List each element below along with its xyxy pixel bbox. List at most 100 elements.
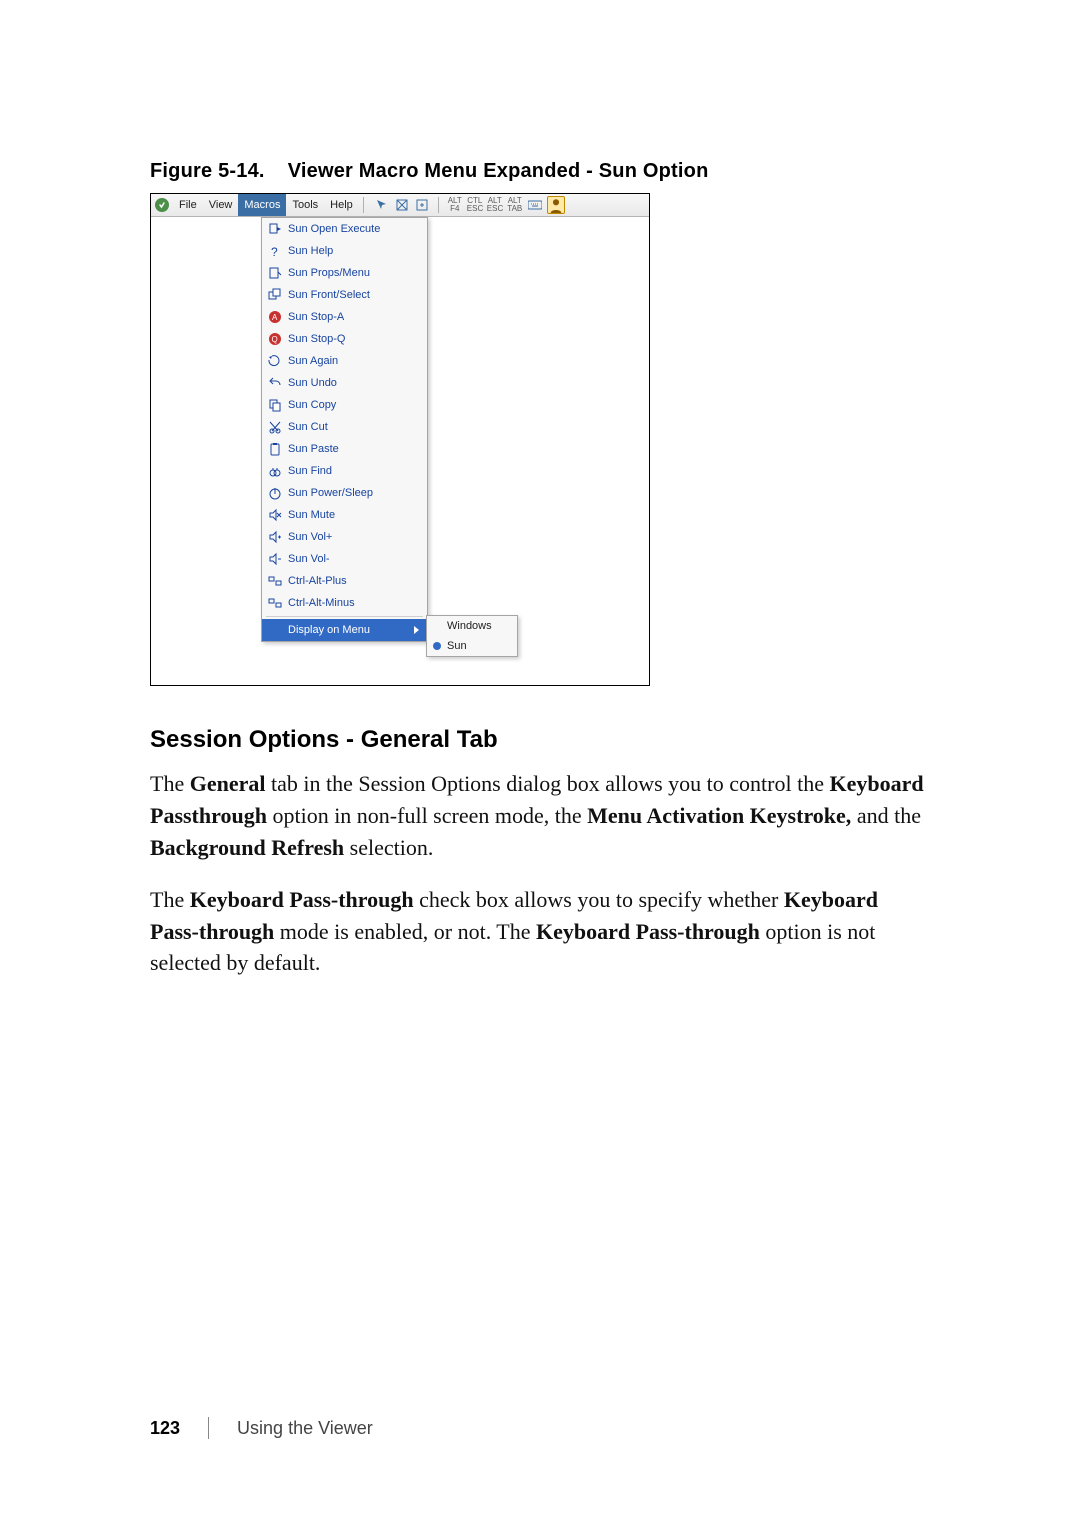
text: The <box>150 887 190 912</box>
window-body: Sun Open Execute ? Sun Help Sun Props/Me… <box>151 217 649 685</box>
macro-item-sun-voldown[interactable]: Sun Vol- <box>262 548 427 570</box>
menu-macros[interactable]: Macros <box>238 194 286 216</box>
copy-icon <box>268 398 282 412</box>
page-number: 123 <box>150 1418 180 1439</box>
macros-dropdown: Sun Open Execute ? Sun Help Sun Props/Me… <box>261 217 428 642</box>
user-icon[interactable] <box>547 196 565 214</box>
bold-keyboard-pass-through: Keyboard Pass-through <box>536 919 760 944</box>
macro-item-sun-volup[interactable]: Sun Vol+ <box>262 526 427 548</box>
text: The <box>150 771 190 796</box>
app-badge-icon <box>155 198 169 212</box>
heading-session-options: Session Options - General Tab <box>150 726 930 754</box>
macro-item-sun-front[interactable]: Sun Front/Select <box>262 284 427 306</box>
macro-item-sun-paste[interactable]: Sun Paste <box>262 438 427 460</box>
refresh-icon[interactable] <box>414 197 430 213</box>
keyboard-icon[interactable] <box>527 197 543 213</box>
menu-file[interactable]: File <box>173 194 203 216</box>
toolbar-macro-altf4[interactable]: ALT F4 <box>447 197 463 213</box>
paragraph-general-tab: The General tab in the Session Options d… <box>150 768 930 864</box>
help-icon: ? <box>268 244 282 258</box>
macro-item-display-on-menu[interactable]: Display on Menu <box>262 619 427 641</box>
figure-title: Viewer Macro Menu Expanded - Sun Option <box>288 160 709 182</box>
page-footer: 123 Using the Viewer <box>150 1417 373 1439</box>
macro-label: Ctrl-Alt-Plus <box>288 575 419 587</box>
paragraph-keyboard-passthrough: The Keyboard Pass-through check box allo… <box>150 884 930 980</box>
ctrl-alt-icon <box>268 574 282 588</box>
macro-item-sun-mute[interactable]: Sun Mute <box>262 504 427 526</box>
macro-item-sun-power[interactable]: Sun Power/Sleep <box>262 482 427 504</box>
macro-item-sun-help[interactable]: ? Sun Help <box>262 240 427 262</box>
macro-label: Sun Find <box>288 465 419 477</box>
macro-item-ctrl-alt-minus[interactable]: Ctrl-Alt-Minus <box>262 592 427 614</box>
svg-text:Q: Q <box>272 335 278 344</box>
macro-item-sun-find[interactable]: Sun Find <box>262 460 427 482</box>
menu-tools[interactable]: Tools <box>286 194 324 216</box>
footer-section: Using the Viewer <box>237 1418 373 1439</box>
macro-item-ctrl-alt-plus[interactable]: Ctrl-Alt-Plus <box>262 570 427 592</box>
figure-caption: Figure 5-14. Viewer Macro Menu Expanded … <box>150 160 930 183</box>
footer-divider <box>208 1417 209 1439</box>
macro-item-sun-open-execute[interactable]: Sun Open Execute <box>262 218 427 240</box>
radio-icon <box>433 622 441 630</box>
paste-icon <box>268 442 282 456</box>
menu-help[interactable]: Help <box>324 194 359 216</box>
text: mode is enabled, or not. The <box>280 919 536 944</box>
text: check box allows you to specify whether <box>419 887 784 912</box>
stop-q-icon: Q <box>268 332 282 346</box>
radio-selected-icon <box>433 642 441 650</box>
macro-label: Sun Mute <box>288 509 419 521</box>
macro-label: Display on Menu <box>288 624 408 636</box>
macro-item-sun-again[interactable]: Sun Again <box>262 350 427 372</box>
macro-label: Sun Cut <box>288 421 419 433</box>
bold-menu-activation-keystroke: Menu Activation Keystroke, <box>587 803 851 828</box>
volup-icon <box>268 530 282 544</box>
text: and the <box>857 803 921 828</box>
calibrate-icon[interactable] <box>394 197 410 213</box>
front-icon <box>268 288 282 302</box>
submenu-item-sun[interactable]: Sun <box>427 636 517 656</box>
toolbar-macro-alttab[interactable]: ALT TAB <box>507 197 523 213</box>
bold-keyboard-pass-through: Keyboard Pass-through <box>190 887 414 912</box>
macro-label: Sun Copy <box>288 399 419 411</box>
text: selection. <box>350 835 434 860</box>
macro-label: Sun Vol- <box>288 553 419 565</box>
stop-a-icon: A <box>268 310 282 324</box>
power-icon <box>268 486 282 500</box>
voldown-icon <box>268 552 282 566</box>
macro-label: Sun Undo <box>288 377 419 389</box>
text: option in non-full screen mode, the <box>272 803 587 828</box>
macro-item-sun-cut[interactable]: Sun Cut <box>262 416 427 438</box>
toolbar-separator <box>363 197 364 213</box>
toolbar: ALT F4 CTL ESC ALT ESC ALT TAB <box>368 196 565 214</box>
macro-label: Sun Stop-A <box>288 311 419 323</box>
submenu-label: Sun <box>447 640 467 652</box>
cursor-icon[interactable] <box>374 197 390 213</box>
cut-icon <box>268 420 282 434</box>
toolbar-macro-ctlesc[interactable]: CTL ESC <box>467 197 483 213</box>
display-on-menu-submenu: Windows Sun <box>426 615 518 657</box>
macro-item-sun-stop-q[interactable]: Q Sun Stop-Q <box>262 328 427 350</box>
svg-text:A: A <box>272 313 278 322</box>
macro-label: Sun Props/Menu <box>288 267 419 279</box>
macro-label: Sun Power/Sleep <box>288 487 419 499</box>
menu-separator <box>266 616 423 617</box>
macro-item-sun-copy[interactable]: Sun Copy <box>262 394 427 416</box>
menubar: File View Macros Tools Help ALT F4 CTL E… <box>151 194 649 217</box>
props-icon <box>268 266 282 280</box>
find-icon <box>268 464 282 478</box>
execute-icon <box>268 222 282 236</box>
macro-item-sun-stop-a[interactable]: A Sun Stop-A <box>262 306 427 328</box>
menu-view[interactable]: View <box>203 194 239 216</box>
toolbar-macro-altesc[interactable]: ALT ESC <box>487 197 503 213</box>
macro-label: Sun Help <box>288 245 419 257</box>
macro-item-sun-props[interactable]: Sun Props/Menu <box>262 262 427 284</box>
submenu-item-windows[interactable]: Windows <box>427 616 517 636</box>
toolbar-separator <box>438 197 439 213</box>
macro-item-sun-undo[interactable]: Sun Undo <box>262 372 427 394</box>
macro-label: Sun Open Execute <box>288 223 419 235</box>
macro-label: Sun Paste <box>288 443 419 455</box>
submenu-label: Windows <box>447 620 492 632</box>
macro-label: Sun Vol+ <box>288 531 419 543</box>
ctrl-alt-icon <box>268 596 282 610</box>
bold-general: General <box>190 771 266 796</box>
